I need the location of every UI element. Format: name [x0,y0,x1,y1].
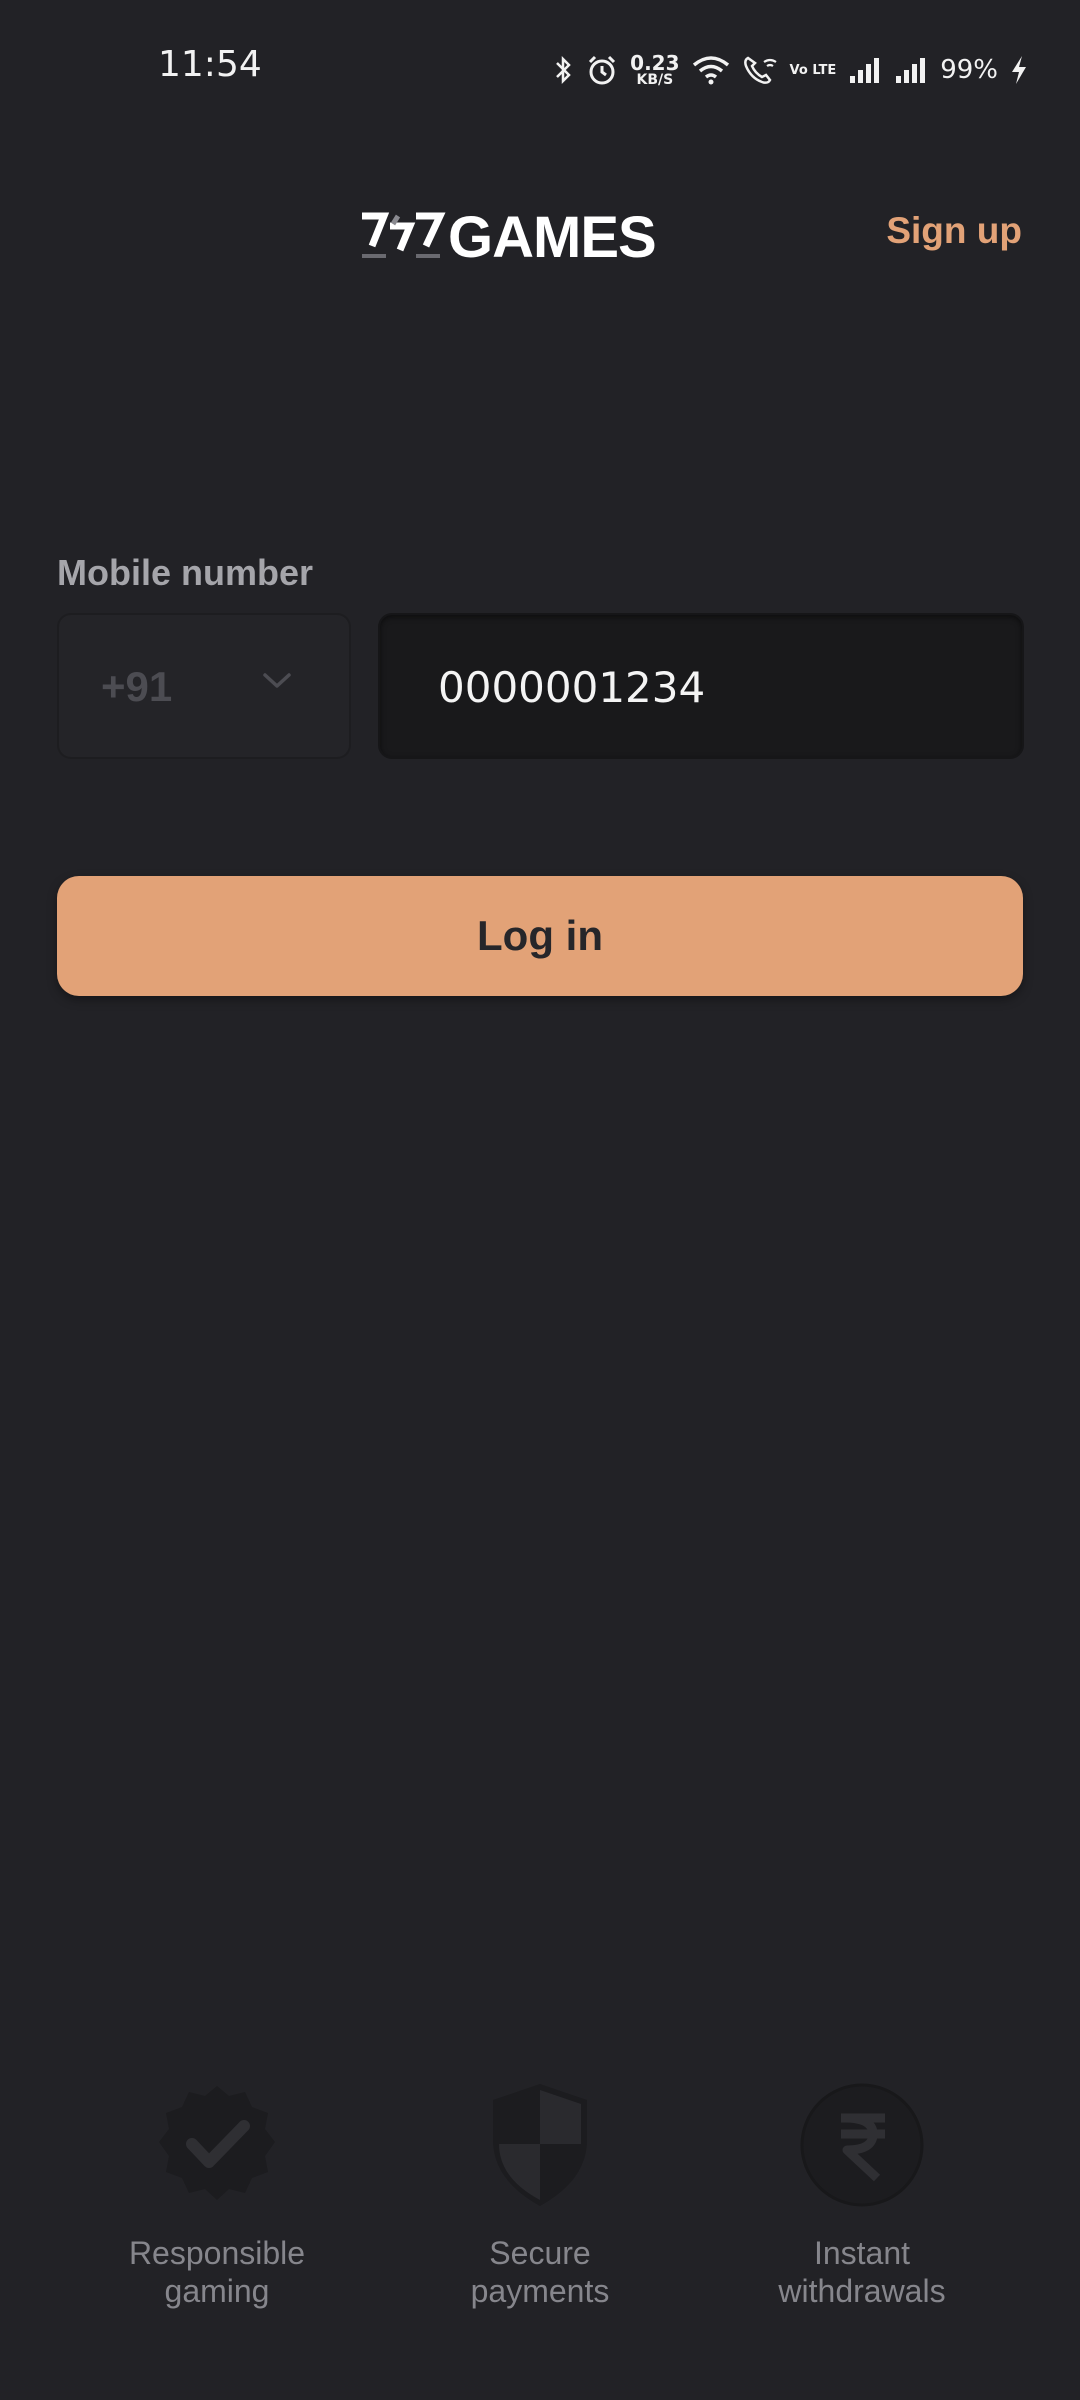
mobile-number-input[interactable]: 0000001234 [378,613,1024,759]
feature-label-line2: gaming [164,2273,270,2309]
feature-label-line1: Responsible [128,2235,306,2271]
battery-percent: 99% [940,55,998,85]
app-header: GAMES Sign up [0,190,1080,280]
logo-777-mark [362,212,446,258]
signup-link[interactable]: Sign up [886,210,1022,252]
alarm-icon [589,55,616,85]
wifi-calling-icon [743,56,777,84]
volte-indicator: Vo LTE [789,62,837,78]
country-code-value: +91 [101,663,173,710]
charging-bolt-icon [1012,56,1026,84]
mobile-number-label: Mobile number [57,552,314,593]
feature-label: Instant withdrawals [712,2234,1012,2310]
login-button-label: Log in [477,912,603,959]
net-speed-value: 0.23 [630,51,680,75]
rupee-coin-icon [800,2083,924,2207]
mobile-number-value: 0000001234 [438,663,706,712]
net-speed: 0.23 KB/S [630,53,679,87]
wifi-icon [692,56,729,85]
bluetooth-icon [556,55,571,85]
status-bar: 11:54 0.23 KB/S Vo LTE 99% [0,0,1080,120]
feature-instant-withdrawals: Instant withdrawals [712,2080,1012,2310]
feature-label-line2: payments [470,2273,610,2309]
login-button[interactable]: Log in [57,876,1023,996]
feature-label: Responsible gaming [67,2234,367,2310]
logo: GAMES [360,202,657,272]
country-code-select[interactable]: +91 [57,613,351,759]
feature-secure-payments: Secure payments [390,2080,690,2310]
signal-icon-sim2 [896,58,926,83]
logo-text: GAMES [448,204,657,270]
chevron-down-icon [263,673,291,688]
signal-icon-sim1 [850,58,880,83]
feature-label-line1: Secure [489,2235,591,2271]
status-time: 11:54 [158,44,262,85]
feature-label-line2: withdrawals [778,2273,946,2309]
badge-check-icon [159,2086,275,2200]
status-icons: 0.23 KB/S Vo LTE 99% [554,48,1028,92]
feature-label: Secure payments [390,2234,690,2310]
net-speed-unit: KB/S [636,72,674,88]
feature-label-line1: Instant [813,2235,911,2271]
feature-responsible-gaming: Responsible gaming [67,2080,367,2310]
shield-icon [493,2084,587,2206]
